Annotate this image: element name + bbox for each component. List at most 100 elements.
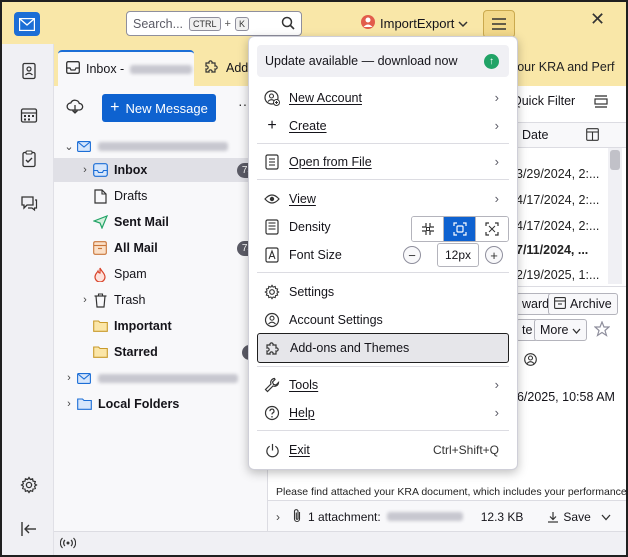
menu-new-account[interactable]: New Account ›: [257, 85, 509, 111]
local-folders-row[interactable]: › Local Folders: [54, 392, 268, 416]
font-size-icon: [263, 246, 281, 264]
arrow-up-icon: ↑: [484, 54, 499, 69]
chevron-right-icon: ›: [494, 118, 499, 133]
message-row-date[interactable]: 2/19/2025, 1:...: [516, 268, 599, 282]
update-available-item[interactable]: Update available — download now ↑: [257, 45, 509, 77]
star-icon[interactable]: [593, 320, 611, 340]
tab-kra-message[interactable]: Your KRA and Perf: [510, 60, 614, 74]
contact-icon[interactable]: [524, 353, 537, 369]
profile-avatar-icon: [360, 14, 376, 33]
menu-create[interactable]: + Create ›: [257, 113, 509, 139]
chevron-right-icon[interactable]: ›: [276, 510, 280, 524]
message-list-scrollbar[interactable]: [608, 148, 622, 284]
chevron-down-icon: [572, 323, 581, 337]
online-status-icon[interactable]: [59, 537, 77, 552]
folder-sent-mail[interactable]: Sent Mail: [54, 210, 268, 234]
menu-label: View: [289, 192, 316, 206]
menu-separator: [257, 143, 509, 144]
account-row[interactable]: ⌄: [54, 134, 268, 158]
hamburger-icon: [492, 18, 506, 30]
folder-label: Inbox: [114, 163, 148, 177]
font-size-decrease-button[interactable]: −: [403, 246, 421, 264]
density-toggle-group: [411, 216, 509, 242]
density-compact-button[interactable]: [412, 217, 444, 241]
archive-button[interactable]: Archive: [548, 293, 618, 315]
message-row-date[interactable]: 4/17/2024, 2:...: [516, 219, 599, 233]
tasks-icon[interactable]: [18, 148, 40, 170]
message-row-date[interactable]: 7/11/2024, ...: [516, 243, 588, 257]
redacted-account-email: [98, 373, 238, 383]
app-menu-button[interactable]: [483, 10, 515, 38]
account-gear-icon: [263, 311, 281, 329]
density-normal-button[interactable]: [444, 217, 476, 241]
menu-settings[interactable]: Settings: [257, 279, 509, 305]
settings-gear-icon[interactable]: [18, 474, 40, 496]
folder-spam[interactable]: Spam: [54, 262, 268, 286]
menu-help[interactable]: Help ›: [257, 400, 509, 426]
quick-filter-button[interactable]: Quick Filter: [512, 94, 575, 108]
local-folders-label: Local Folders: [98, 397, 180, 411]
tab-inbox[interactable]: Inbox -: [58, 50, 194, 86]
profile-switcher[interactable]: ImportExport: [360, 14, 468, 33]
menu-exit[interactable]: Exit Ctrl+Shift+Q: [257, 437, 509, 463]
folder-starred[interactable]: Starred 5: [54, 340, 268, 364]
calendar-icon[interactable]: [18, 104, 40, 126]
menu-addons-and-themes[interactable]: Add-ons and Themes: [257, 333, 509, 363]
menu-open-from-file[interactable]: Open from File ›: [257, 149, 509, 175]
menu-tools[interactable]: Tools ›: [257, 372, 509, 398]
drafts-icon: [92, 188, 108, 204]
collapse-sidebar-icon[interactable]: [18, 518, 40, 540]
menu-label: New Account: [289, 91, 362, 105]
scrollbar-thumb[interactable]: [610, 150, 620, 170]
folder-important[interactable]: Important: [54, 314, 268, 338]
menu-separator: [257, 430, 509, 431]
account-mail-icon: [76, 138, 92, 154]
chat-icon[interactable]: [18, 192, 40, 214]
new-message-button[interactable]: + New Message: [102, 94, 216, 122]
search-placeholder: Search...: [133, 16, 184, 31]
get-messages-icon[interactable]: [66, 98, 84, 117]
file-icon: [263, 153, 281, 171]
folder-inbox[interactable]: › Inbox 73: [54, 158, 268, 182]
mail-app-icon[interactable]: [14, 12, 40, 36]
plus-icon: +: [110, 99, 120, 116]
menu-label: Tools: [289, 378, 319, 392]
menu-label: Help: [289, 406, 315, 420]
address-book-icon[interactable]: [18, 60, 40, 82]
font-size-value[interactable]: 12px: [437, 243, 479, 267]
inbox-tab-icon: [66, 61, 80, 77]
chevron-down-icon[interactable]: [601, 510, 611, 524]
menu-view[interactable]: View ›: [257, 186, 509, 212]
local-folder-icon: [76, 396, 92, 412]
archive-box-icon: [92, 240, 108, 256]
chevron-right-icon: ›: [83, 294, 87, 306]
app-window: Search... CTRL + K ImportExport ✕ Inbox …: [0, 0, 628, 557]
folder-label: Sent Mail: [114, 215, 169, 229]
send-icon: [92, 214, 108, 230]
chevron-right-icon: ›: [67, 398, 71, 410]
more-button[interactable]: More: [534, 319, 588, 341]
date-column-header[interactable]: Date: [522, 128, 548, 142]
folder-trash[interactable]: › Trash: [54, 288, 268, 312]
column-picker-icon[interactable]: [586, 128, 599, 144]
menu-separator: [257, 366, 509, 367]
window-close-icon[interactable]: ✕: [590, 9, 605, 30]
global-search-input[interactable]: Search... CTRL + K: [126, 11, 302, 36]
density-relaxed-button[interactable]: [476, 217, 508, 241]
chevron-right-icon: ›: [494, 90, 499, 105]
font-size-increase-button[interactable]: +: [485, 246, 503, 264]
menu-account-settings[interactable]: Account Settings: [257, 307, 509, 333]
save-attachment-button[interactable]: Save: [547, 510, 591, 524]
tab-addons[interactable]: Add: [204, 58, 248, 77]
folder-drafts[interactable]: Drafts: [54, 184, 268, 208]
menu-label: Account Settings: [289, 313, 383, 327]
account-row-2[interactable]: ›: [54, 366, 268, 390]
display-options-icon[interactable]: [594, 94, 608, 111]
search-icon[interactable]: [281, 16, 295, 33]
more-label: More: [540, 323, 569, 337]
menu-label: Open from File: [289, 155, 372, 169]
wrench-icon: [263, 376, 281, 394]
folder-all-mail[interactable]: All Mail 73: [54, 236, 268, 260]
message-row-date[interactable]: 3/29/2024, 2:...: [516, 167, 599, 181]
message-row-date[interactable]: 4/17/2024, 2:...: [516, 193, 599, 207]
